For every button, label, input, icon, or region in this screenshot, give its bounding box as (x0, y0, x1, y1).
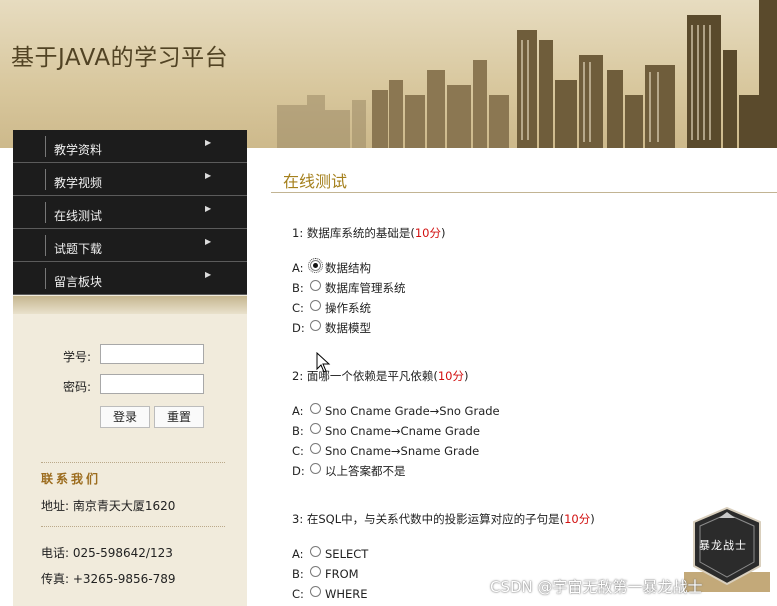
option-text: Sno Cname→Cname Grade (325, 424, 480, 438)
radio-button[interactable] (310, 280, 321, 291)
option-letter: B: (292, 281, 304, 295)
nav-separator (45, 169, 46, 190)
nav-separator (45, 202, 46, 223)
question-3-option-c[interactable]: C: WHERE (292, 586, 368, 602)
radio-button[interactable] (310, 566, 321, 577)
option-text: FROM (325, 567, 359, 581)
contact-phone: 电话: 025-598642/123 (41, 546, 173, 560)
triangle-right-icon: ▶ (205, 138, 212, 147)
radio-button[interactable] (310, 586, 321, 597)
csdn-watermark: CSDN @宇宙无敌第一暴龙战士 (490, 578, 703, 596)
option-letter: B: (292, 424, 304, 438)
triangle-right-icon: ▶ (205, 270, 212, 279)
option-letter: A: (292, 547, 304, 561)
question-1-option-c[interactable]: C: 操作系统 (292, 300, 371, 316)
nav-item-label: 试题下载 (54, 242, 103, 256)
triangle-right-icon: ▶ (205, 237, 212, 246)
triangle-right-icon: ▶ (205, 171, 212, 180)
login-button[interactable]: 登录 (100, 406, 150, 428)
nav-item-label: 教学视频 (54, 176, 103, 190)
option-letter: D: (292, 464, 305, 478)
left-sidebar: 教学资料 ▶ 教学视频 ▶ 在线测试 ▶ 试题下载 ▶ 留言板块 ▶ 学号: 密… (13, 130, 247, 606)
radio-button[interactable] (310, 403, 321, 414)
badge-text: 暴龙战士 (699, 539, 747, 552)
option-letter: C: (292, 587, 304, 601)
student-id-label: 学号: (63, 350, 92, 364)
option-text: 以上答案都不是 (325, 464, 406, 478)
nav-item-label: 在线测试 (54, 209, 103, 223)
nav-item-teaching-materials[interactable]: 教学资料 ▶ (13, 130, 247, 163)
mouse-cursor-icon (316, 352, 331, 373)
question-1-option-d[interactable]: D: 数据模型 (292, 320, 371, 336)
nav-item-online-test[interactable]: 在线测试 ▶ (13, 196, 247, 229)
nav-item-exam-download[interactable]: 试题下载 ▶ (13, 229, 247, 262)
city-skyline-image (277, 0, 777, 148)
option-text: Sno Cname→Sname Grade (325, 444, 480, 458)
nav-item-teaching-videos[interactable]: 教学视频 ▶ (13, 163, 247, 196)
option-letter: A: (292, 261, 304, 275)
reset-button[interactable]: 重置 (154, 406, 204, 428)
question-score: 10分 (564, 512, 591, 526)
question-3-option-a[interactable]: A: SELECT (292, 546, 368, 562)
question-1-option-a[interactable]: A: 数据结构 (292, 258, 371, 276)
radio-button[interactable] (310, 300, 321, 311)
main-nav: 教学资料 ▶ 教学视频 ▶ 在线测试 ▶ 试题下载 ▶ 留言板块 ▶ (13, 130, 247, 295)
dotted-divider (41, 526, 225, 527)
question-prefix: 2: 面哪一个依赖是平凡依赖( (292, 369, 438, 383)
option-text: 数据库管理系统 (325, 281, 406, 295)
contact-title: 联系我们 (41, 472, 102, 486)
question-suffix: ) (440, 226, 446, 240)
nav-item-message-board[interactable]: 留言板块 ▶ (13, 262, 247, 295)
radio-button[interactable] (310, 463, 321, 474)
contact-address: 地址: 南京青天大厦1620 (41, 499, 176, 513)
question-prefix: 3: 在SQL中，与关系代数中的投影运算对应的子句是( (292, 512, 565, 526)
radio-button[interactable] (310, 546, 321, 557)
option-text: SELECT (325, 547, 369, 561)
page-title: 在线测试 (283, 172, 348, 191)
nav-footer-band (13, 296, 247, 314)
option-text: Sno Cname Grade→Sno Grade (325, 404, 500, 418)
contact-fax: 传真: +3265-9856-789 (41, 572, 176, 586)
option-text: 操作系统 (325, 301, 371, 315)
nav-separator (45, 235, 46, 256)
password-label: 密码: (63, 380, 92, 394)
question-3-option-b[interactable]: B: FROM (292, 566, 359, 582)
student-id-input[interactable] (100, 344, 204, 364)
question-suffix: ) (590, 512, 595, 526)
option-letter: D: (292, 321, 305, 335)
password-input[interactable] (100, 374, 204, 394)
option-letter: C: (292, 444, 304, 458)
question-3-text: 3: 在SQL中，与关系代数中的投影运算对应的子句是(10分) (292, 511, 595, 527)
dotted-divider (41, 462, 225, 463)
option-letter: B: (292, 567, 304, 581)
nav-separator (45, 136, 46, 157)
nav-separator (45, 268, 46, 289)
radio-button[interactable] (310, 443, 321, 454)
question-1-text: 1: 数据库系统的基础是(10分) (292, 225, 445, 241)
option-text: 数据模型 (325, 321, 371, 335)
triangle-right-icon: ▶ (205, 204, 212, 213)
question-1-option-b[interactable]: B: 数据库管理系统 (292, 280, 406, 296)
question-suffix: ) (463, 369, 469, 383)
radio-button[interactable] (310, 423, 321, 434)
site-header: 基于JAVA的学习平台 (0, 0, 777, 148)
question-2-option-d[interactable]: D: 以上答案都不是 (292, 463, 406, 479)
question-2-option-c[interactable]: C: Sno Cname→Sname Grade (292, 443, 479, 459)
question-score: 10分 (437, 369, 464, 383)
option-text: WHERE (325, 587, 368, 601)
question-2-option-b[interactable]: B: Sno Cname→Cname Grade (292, 423, 480, 439)
option-letter: C: (292, 301, 304, 315)
nav-item-label: 教学资料 (54, 143, 103, 157)
radio-button[interactable] (310, 320, 321, 331)
title-divider (271, 192, 777, 193)
option-text: 数据结构 (325, 261, 371, 275)
option-letter: A: (292, 404, 304, 418)
question-prefix: 1: 数据库系统的基础是( (292, 226, 415, 240)
radio-button-selected[interactable] (308, 258, 323, 273)
question-score: 10分 (414, 226, 441, 240)
site-title: 基于JAVA的学习平台 (11, 45, 229, 71)
nav-item-label: 留言板块 (54, 275, 103, 289)
question-2-option-a[interactable]: A: Sno Cname Grade→Sno Grade (292, 403, 500, 419)
